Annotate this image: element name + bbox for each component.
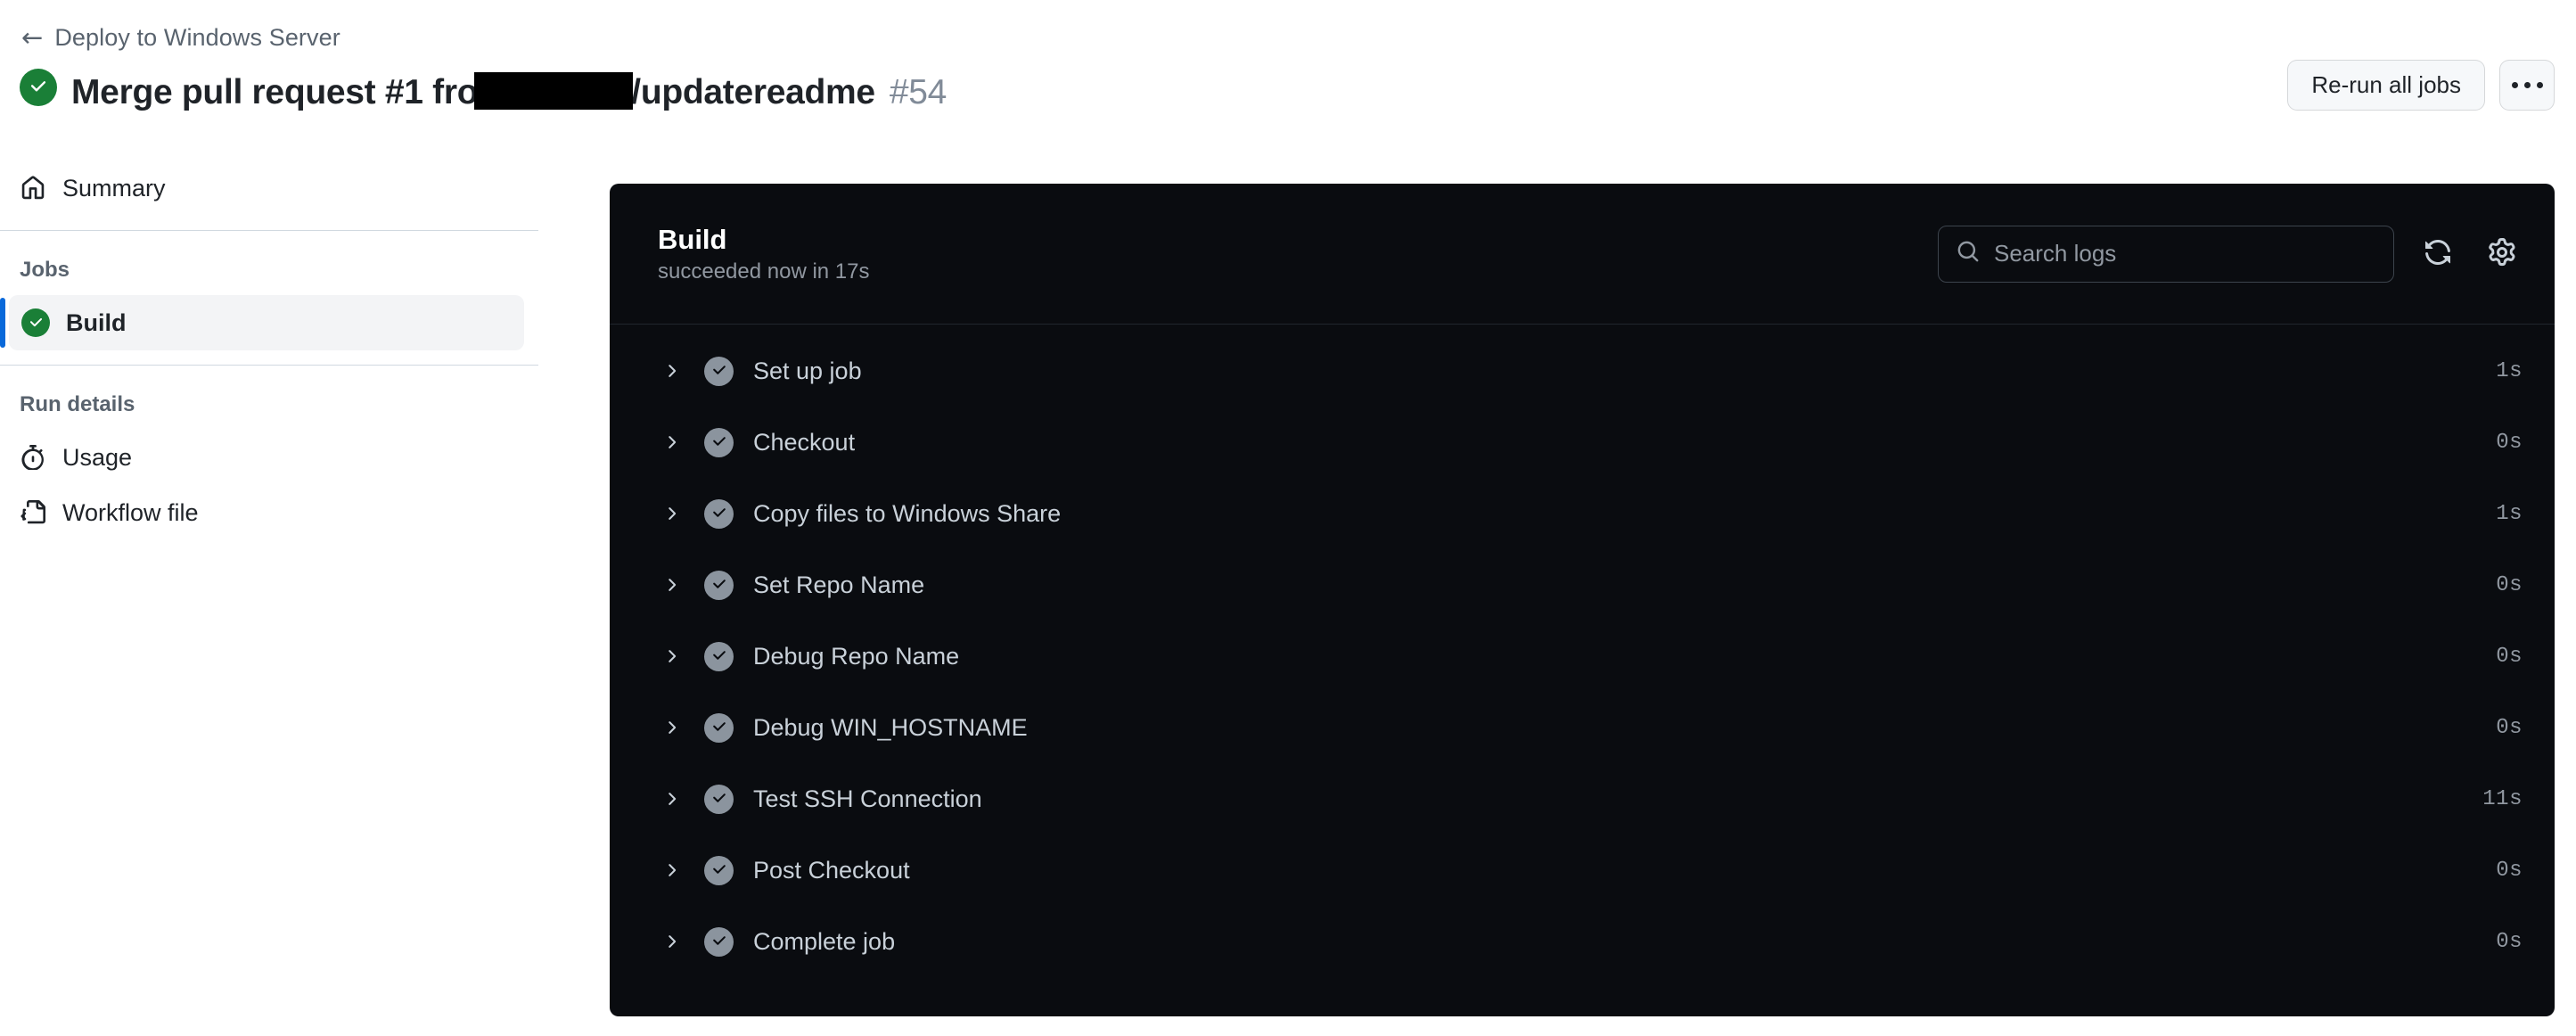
log-step-row[interactable]: Checkout 0s	[610, 407, 2555, 478]
job-log-header: Build succeeded now in 17s	[610, 184, 2555, 325]
log-step-row[interactable]: Complete job 0s	[610, 906, 2555, 977]
check-circle-fill-icon	[704, 570, 734, 600]
check-circle-fill-icon	[704, 712, 734, 743]
log-step-name: Complete job	[753, 927, 896, 955]
gear-icon	[2488, 238, 2516, 269]
log-step-name: Test SSH Connection	[753, 785, 982, 812]
search-icon	[1957, 240, 1980, 267]
log-step-duration: 0s	[2496, 644, 2523, 669]
sidebar-item-usage-label: Usage	[62, 443, 133, 471]
run-sidebar: Summary Jobs Build Run details Usage Wor…	[0, 160, 538, 540]
log-step-row[interactable]: Set Repo Name 0s	[610, 549, 2555, 621]
breadcrumb-label[interactable]: Deploy to Windows Server	[54, 24, 340, 52]
search-logs-box[interactable]	[1938, 225, 2394, 283]
check-circle-success-icon	[20, 69, 57, 106]
check-circle-success-icon	[21, 308, 50, 337]
log-step-duration: 11s	[2482, 786, 2523, 811]
sidebar-job-build-label: Build	[66, 308, 127, 336]
check-circle-fill-icon	[704, 427, 734, 457]
check-circle-fill-icon	[704, 784, 734, 814]
run-title-prefix: Merge pull request #1 fro	[71, 72, 479, 111]
sidebar-item-usage[interactable]: Usage	[0, 430, 538, 485]
log-step-duration: 1s	[2496, 501, 2523, 526]
file-code-icon	[20, 499, 46, 526]
log-step-duration: 0s	[2496, 572, 2523, 597]
job-log-toolbar	[1938, 225, 2523, 283]
sidebar-run-details-heading: Run details	[20, 392, 135, 416]
sidebar-divider-2	[0, 365, 538, 366]
sidebar-item-workflow-file[interactable]: Workflow file	[0, 485, 538, 540]
rerun-all-jobs-button[interactable]: Re-run all jobs	[2287, 60, 2485, 111]
log-step-duration: 0s	[2496, 430, 2523, 455]
log-step-row[interactable]: Test SSH Connection 11s	[610, 763, 2555, 835]
sidebar-divider-1	[0, 230, 538, 231]
page-header: ← Deploy to Windows Server Merge pull re…	[0, 0, 2576, 144]
check-circle-fill-icon	[704, 641, 734, 671]
chevron-right-icon[interactable]	[658, 432, 685, 452]
log-step-duration: 0s	[2496, 858, 2523, 883]
sidebar-job-build[interactable]: Build	[0, 295, 524, 350]
sidebar-item-summary-label: Summary	[62, 174, 166, 201]
log-step-row[interactable]: Debug Repo Name 0s	[610, 621, 2555, 692]
log-step-name: Set Repo Name	[753, 571, 925, 598]
log-step-duration: 0s	[2496, 715, 2523, 740]
check-circle-fill-icon	[704, 356, 734, 386]
chevron-right-icon[interactable]	[658, 504, 685, 523]
home-icon	[20, 175, 46, 201]
job-log-steps: Set up job 1s Checkout 0s Copy files to …	[610, 325, 2555, 977]
log-step-duration: 1s	[2496, 358, 2523, 383]
log-step-row[interactable]: Post Checkout 0s	[610, 835, 2555, 906]
chevron-right-icon[interactable]	[658, 361, 685, 381]
run-number: #54	[889, 72, 947, 111]
page-title: Merge pull request #1 fro/updatereadme #5…	[71, 66, 947, 110]
search-logs-input[interactable]	[1994, 240, 2375, 267]
log-step-name: Copy files to Windows Share	[753, 499, 1062, 527]
header-actions: Re-run all jobs	[2287, 60, 2555, 111]
arrow-left-icon[interactable]: ←	[21, 24, 43, 51]
refresh-logs-button[interactable]	[2417, 234, 2458, 275]
chevron-right-icon[interactable]	[658, 860, 685, 880]
chevron-right-icon[interactable]	[658, 932, 685, 951]
log-settings-button[interactable]	[2482, 234, 2523, 275]
log-step-name: Debug WIN_HOSTNAME	[753, 713, 1028, 741]
breadcrumb[interactable]: ← Deploy to Windows Server	[21, 24, 340, 51]
run-title-suffix: /updatereadme	[631, 72, 875, 111]
job-log-status: succeeded now in 17s	[658, 259, 870, 284]
chevron-right-icon[interactable]	[658, 718, 685, 737]
job-log-title: Build	[658, 223, 727, 255]
log-step-name: Post Checkout	[753, 856, 910, 884]
more-options-button[interactable]	[2499, 60, 2555, 111]
sidebar-jobs-heading: Jobs	[20, 258, 70, 282]
job-log-title-group: Build succeeded now in 17s	[658, 226, 870, 283]
kebab-horizontal-icon	[2511, 82, 2543, 88]
log-step-name: Set up job	[753, 357, 862, 384]
sidebar-item-workflow-file-label: Workflow file	[62, 498, 199, 526]
job-log-panel: Build succeeded now in 17s Search logs S…	[610, 184, 2555, 1016]
chevron-right-icon[interactable]	[658, 646, 685, 666]
check-circle-fill-icon	[704, 498, 734, 529]
chevron-right-icon[interactable]	[658, 789, 685, 809]
log-step-row[interactable]: Copy files to Windows Share 1s	[610, 478, 2555, 549]
stopwatch-icon	[20, 444, 46, 471]
chevron-right-icon[interactable]	[658, 575, 685, 595]
log-step-name: Checkout	[753, 428, 856, 456]
sync-icon	[2424, 238, 2452, 269]
check-circle-fill-icon	[704, 855, 734, 885]
check-circle-fill-icon	[704, 926, 734, 957]
run-title-row: Merge pull request #1 fro/updatereadme #5…	[20, 64, 947, 111]
log-step-row[interactable]: Debug WIN_HOSTNAME 0s	[610, 692, 2555, 763]
log-step-row[interactable]: Set up job 1s	[610, 335, 2555, 407]
redacted-owner-block	[474, 71, 634, 110]
sidebar-item-summary[interactable]: Summary	[0, 160, 538, 216]
log-step-duration: 0s	[2496, 929, 2523, 954]
log-step-name: Debug Repo Name	[753, 642, 960, 670]
